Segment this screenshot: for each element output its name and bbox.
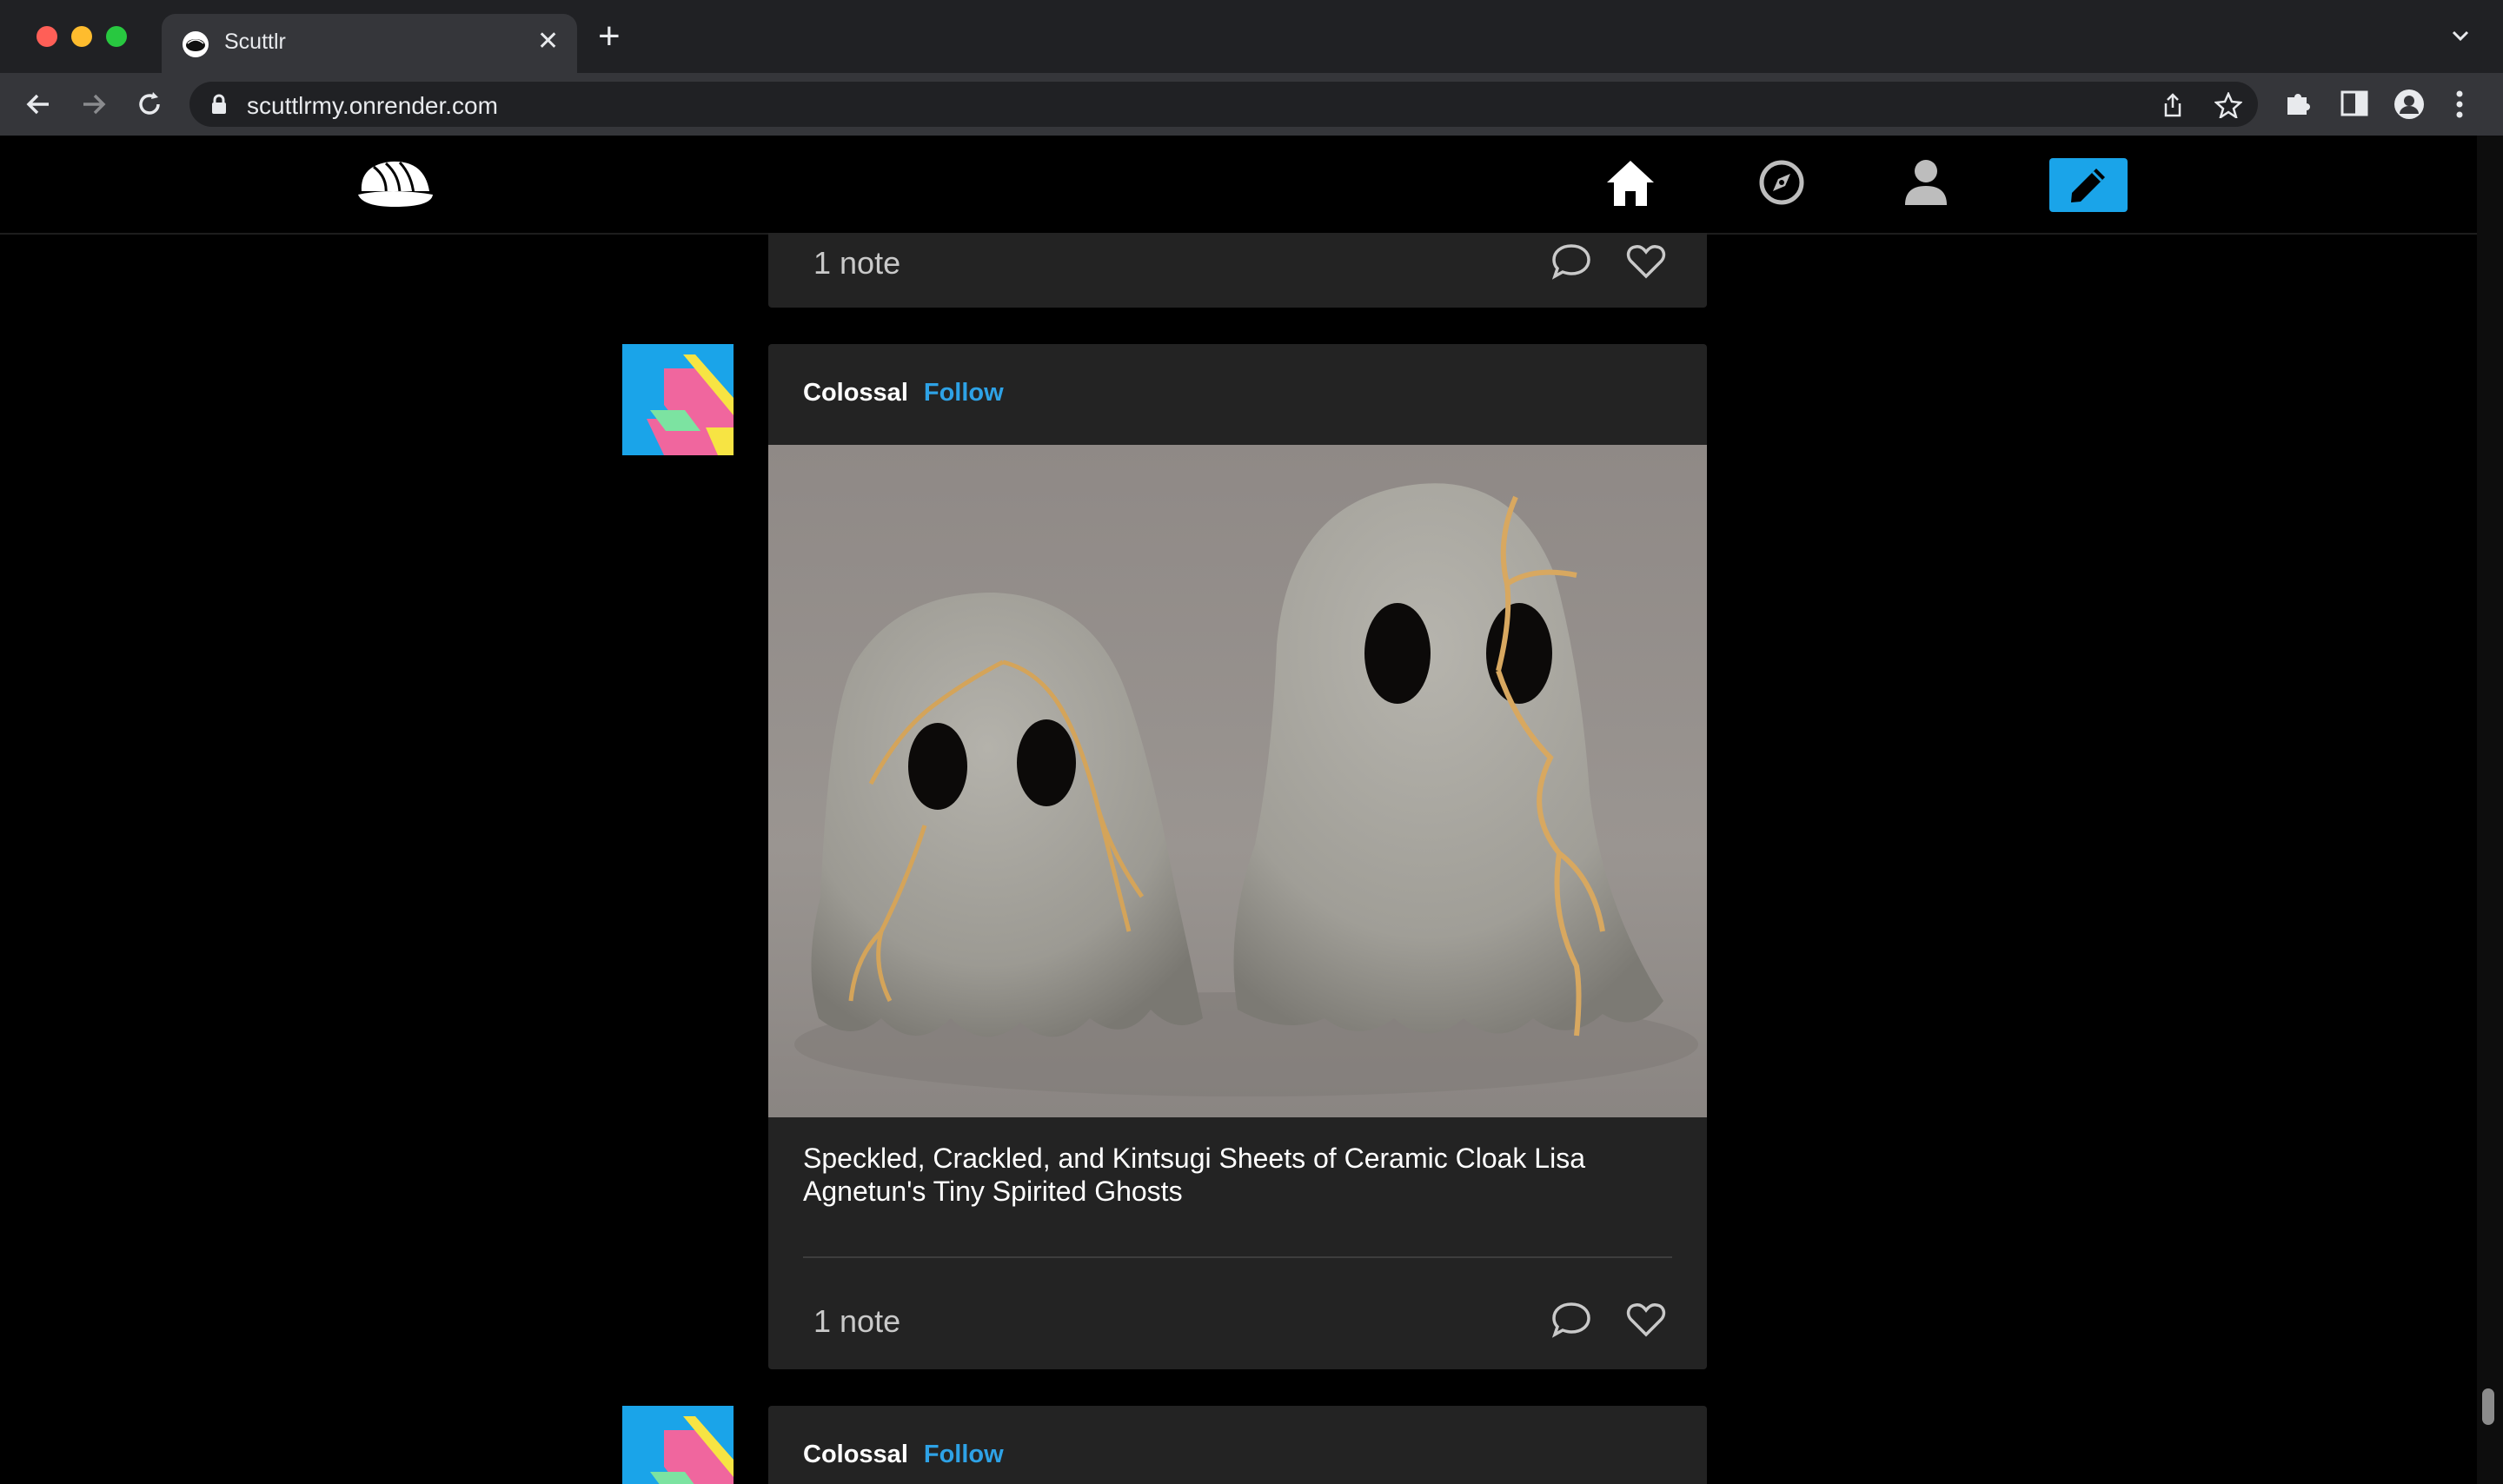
favicon-icon [183,31,209,57]
scrollbar-thumb[interactable] [2482,1388,2494,1425]
follow-button[interactable]: Follow [924,379,1004,407]
avatar[interactable] [622,344,734,455]
maximize-window-button[interactable] [106,26,127,47]
follow-button[interactable]: Follow [924,1441,1004,1468]
lock-icon[interactable] [210,94,228,119]
notes-count[interactable]: 1 note [813,1303,900,1340]
next-post-card: Colossal Follow [768,1406,1707,1484]
close-window-button[interactable] [37,26,57,47]
tab-close-icon[interactable]: ✕ [537,26,559,57]
home-icon[interactable] [1604,158,1656,213]
share-icon[interactable] [2161,92,2185,123]
post-author[interactable]: Colossal [803,1441,908,1468]
avatar[interactable] [622,1406,734,1484]
browser-toolbar: scuttlrmy.onrender.com [0,73,2503,136]
previous-post-card: 1 note [768,233,1707,308]
address-bar[interactable]: scuttlrmy.onrender.com [189,82,2258,127]
browser-menu-icon[interactable] [2454,89,2465,124]
url-text[interactable]: scuttlrmy.onrender.com [247,92,498,120]
profile-icon[interactable] [1903,158,1949,211]
browser-window-chrome: Scuttlr ✕ + scuttlrmy.onrender.com [0,0,2503,136]
post-header: Colossal Follow [803,379,1004,407]
scuttlr-shell-logo-icon[interactable] [356,156,435,215]
tab-search-chevron-icon[interactable] [2449,24,2472,51]
browser-tab[interactable]: Scuttlr ✕ [162,14,577,73]
divider [803,1256,1672,1258]
comment-icon[interactable] [1550,1300,1592,1344]
tab-strip: Scuttlr ✕ + [0,0,2503,73]
comment-icon[interactable] [1550,242,1592,286]
compose-button[interactable] [2049,158,2128,212]
page-scrollbar[interactable] [2477,136,2503,1484]
bookmark-star-icon[interactable] [2214,90,2243,123]
like-heart-icon[interactable] [1625,1300,1667,1344]
extensions-puzzle-icon[interactable] [2284,89,2314,123]
post-card: Colossal Follow Speckled, Crackled, and … [768,344,1707,1369]
post-image[interactable] [768,445,1707,1117]
notes-count[interactable]: 1 note [813,245,900,282]
compose-pencil-icon [2071,169,2105,202]
post-caption: Speckled, Crackled, and Kintsugi Sheets … [803,1143,1585,1207]
post-author[interactable]: Colossal [803,379,908,407]
forward-arrow-icon[interactable] [78,89,110,124]
site-header [0,136,2477,235]
tab-title: Scuttlr [224,30,286,54]
like-heart-icon[interactable] [1625,242,1667,286]
explore-compass-icon[interactable] [1757,158,1806,211]
reload-icon[interactable] [134,89,165,124]
minimize-window-button[interactable] [71,26,92,47]
side-panel-icon[interactable] [2340,89,2369,123]
new-tab-icon[interactable]: + [598,17,621,56]
post-header: Colossal Follow [803,1441,1004,1469]
back-arrow-icon[interactable] [23,89,54,124]
profile-avatar-icon[interactable] [2393,89,2425,124]
